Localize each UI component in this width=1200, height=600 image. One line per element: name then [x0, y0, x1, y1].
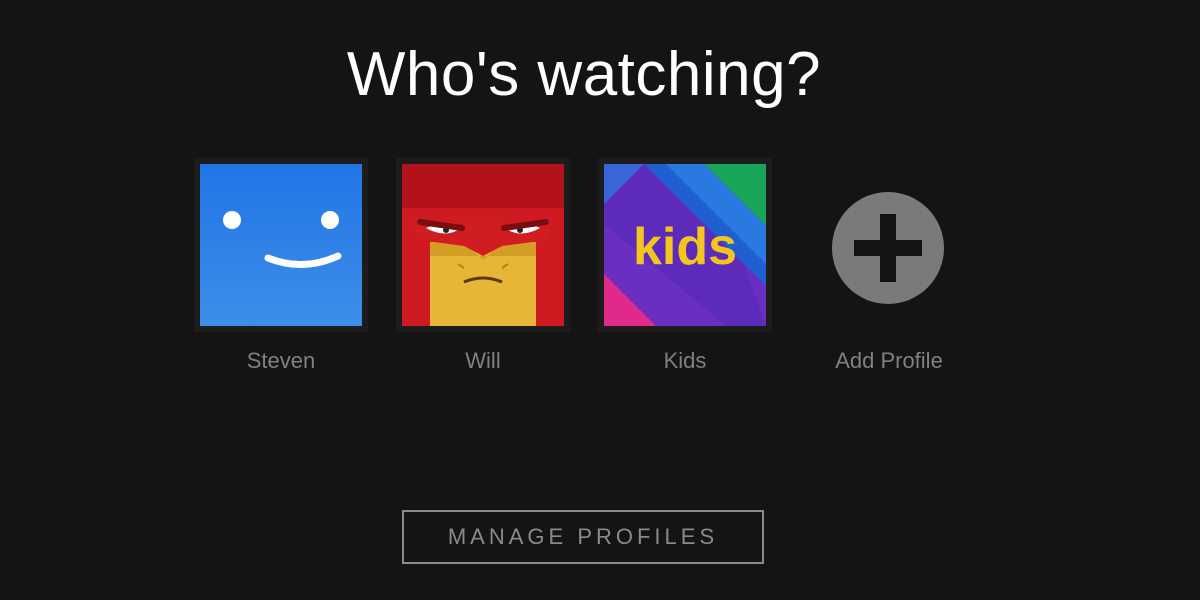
blue-smiley-avatar[interactable] [200, 164, 362, 326]
add-profile-label[interactable]: Add Profile [808, 350, 970, 372]
red-angry-face-avatar[interactable] [402, 164, 564, 326]
profile-list: Steven Will kids Kids Add Profile [194, 158, 974, 388]
kids-logo-text: kids [633, 218, 737, 276]
manage-profiles-button[interactable]: MANAGE PROFILES [402, 510, 764, 564]
kids-avatar[interactable]: kids [604, 164, 766, 326]
profile-name: Kids [663, 348, 707, 373]
profile-name: Steven [246, 348, 316, 373]
profile-name: Will [465, 348, 501, 373]
plus-icon [832, 192, 944, 304]
add-profile-button[interactable] [832, 192, 944, 304]
page-title: Who's watching? [346, 40, 822, 109]
